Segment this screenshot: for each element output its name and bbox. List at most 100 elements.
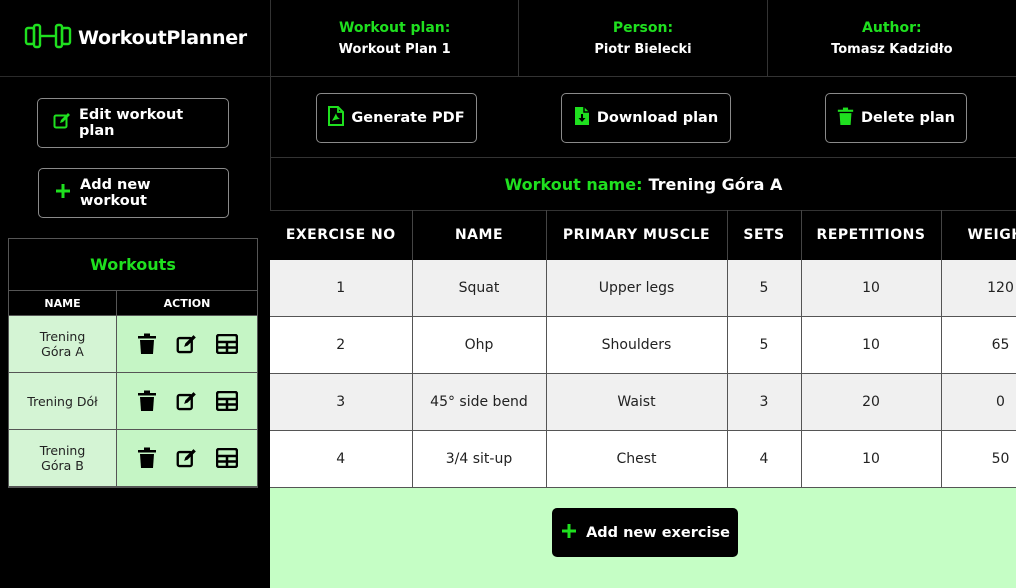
workout-row: Trening Góra B [9, 430, 257, 487]
sets-cell: 5 [727, 316, 802, 374]
trash-icon[interactable] [137, 390, 157, 412]
primary-muscle-cell: Shoulders [546, 316, 728, 374]
add-new-exercise-button[interactable]: Add new exercise [552, 508, 738, 557]
sidebar: WorkoutPlanner Edit workout plan Add new… [0, 0, 270, 588]
weight-cell: 65 [941, 316, 1016, 374]
trash-icon [837, 107, 861, 130]
plan-label: Workout plan: [338, 19, 451, 36]
edit-icon [53, 112, 79, 134]
plan-actions: Generate PDF Download plan Delete plan [270, 77, 1016, 158]
edit-icon[interactable] [176, 391, 197, 412]
primary-muscle-cell: Waist [546, 373, 728, 431]
exercises-table: EXERCISE NO NAME PRIMARY MUSCLE SETS REP… [270, 210, 1016, 488]
table-row[interactable]: 3 45° side bend Waist 3 20 0 [270, 373, 1016, 431]
workout-name-cell[interactable]: Trening Dół [9, 373, 117, 429]
author-info: Author: Tomasz Kadzidło [768, 0, 1016, 76]
column-header-sets: SETS [727, 210, 802, 260]
app-brand-name: WorkoutPlanner [78, 27, 247, 49]
exercises-table-header: EXERCISE NO NAME PRIMARY MUSCLE SETS REP… [270, 210, 1016, 260]
edit-workout-plan-button[interactable]: Edit workout plan [37, 98, 229, 148]
workout-name-line: Trening Dół [27, 393, 98, 409]
workout-name-cell[interactable]: Trening Góra A [9, 316, 117, 372]
plan-header: Workout plan: Workout Plan 1 Person: Pio… [270, 0, 1016, 77]
primary-muscle-cell: Upper legs [546, 259, 728, 317]
workout-name-cell[interactable]: Trening Góra B [9, 430, 117, 486]
workout-name-line: Trening [39, 329, 86, 344]
workout-actions [117, 316, 257, 372]
generate-pdf-button[interactable]: Generate PDF [316, 93, 477, 143]
workout-name-value: Trening Góra A [648, 174, 783, 194]
exercise-name-cell: Ohp [412, 316, 547, 374]
pdf-file-icon [328, 106, 351, 130]
column-header-name: NAME [9, 291, 117, 315]
column-header-weight: WEIGHT [941, 210, 1016, 260]
column-header-repetitions: REPETITIONS [801, 210, 942, 260]
repetitions-cell: 10 [801, 430, 942, 488]
workout-name-label: Workout name: [504, 174, 643, 194]
workout-row: Trening Dół [9, 373, 257, 430]
app-logo[interactable]: WorkoutPlanner [0, 0, 270, 77]
add-new-workout-button[interactable]: Add new workout [38, 168, 229, 218]
add-new-exercise-label: Add new exercise [586, 524, 730, 541]
workouts-title: Workouts [9, 239, 257, 291]
add-exercise-area: Add new exercise [270, 488, 1016, 588]
exercise-no-cell: 4 [270, 430, 413, 488]
workouts-table: Workouts NAME ACTION Trening Góra A Treni… [8, 238, 258, 488]
person-value: Piotr Bielecki [594, 41, 692, 57]
exercise-name-cell: 45° side bend [412, 373, 547, 431]
plus-icon [560, 522, 586, 544]
generate-pdf-label: Generate PDF [351, 110, 465, 126]
dumbbell-icon [24, 23, 72, 53]
add-new-workout-label: Add new workout [80, 177, 151, 209]
trash-icon[interactable] [137, 447, 157, 469]
file-download-icon [574, 106, 597, 130]
plan-info: Workout plan: Workout Plan 1 [271, 0, 520, 76]
column-header-exercise-no: EXERCISE NO [270, 210, 413, 260]
edit-icon[interactable] [176, 334, 197, 355]
workout-actions [117, 430, 257, 486]
author-label: Author: [862, 19, 922, 36]
table-icon[interactable] [215, 391, 238, 411]
weight-cell: 0 [941, 373, 1016, 431]
sets-cell: 3 [727, 373, 802, 431]
repetitions-cell: 20 [801, 373, 942, 431]
plus-icon [54, 182, 80, 204]
person-label: Person: [612, 19, 674, 36]
sets-cell: 5 [727, 259, 802, 317]
workout-name-line: Góra B [41, 458, 84, 473]
repetitions-cell: 10 [801, 259, 942, 317]
workout-actions [117, 373, 257, 429]
sets-cell: 4 [727, 430, 802, 488]
delete-plan-button[interactable]: Delete plan [825, 93, 967, 143]
workout-row: Trening Góra A [9, 316, 257, 373]
download-plan-label: Download plan [596, 110, 719, 126]
delete-plan-label: Delete plan [861, 110, 955, 126]
edit-icon[interactable] [176, 448, 197, 469]
primary-muscle-cell: Chest [546, 430, 728, 488]
workouts-table-header: NAME ACTION [9, 291, 257, 316]
exercises-table-container[interactable]: EXERCISE NO NAME PRIMARY MUSCLE SETS REP… [270, 210, 1016, 488]
exercise-name-cell: 3/4 sit-up [412, 430, 547, 488]
table-row[interactable]: 2 Ohp Shoulders 5 10 65 [270, 316, 1016, 374]
workout-name-bar: Workout name: Trening Góra A [270, 158, 1016, 210]
column-header-action: ACTION [163, 296, 211, 310]
workout-name-line: Trening [39, 443, 86, 458]
weight-cell: 50 [941, 430, 1016, 488]
repetitions-cell: 10 [801, 316, 942, 374]
exercise-name-cell: Squat [412, 259, 547, 317]
trash-icon[interactable] [137, 333, 157, 355]
table-row[interactable]: 4 3/4 sit-up Chest 4 10 50 [270, 430, 1016, 488]
author-value: Tomasz Kadzidło [831, 41, 953, 57]
column-header-name: NAME [412, 210, 547, 260]
person-info: Person: Piotr Bielecki [519, 0, 768, 76]
exercise-no-cell: 1 [270, 259, 413, 317]
workout-name-line: Góra A [41, 344, 84, 359]
download-plan-button[interactable]: Download plan [561, 93, 731, 143]
weight-cell: 120 [941, 259, 1016, 317]
edit-workout-plan-label: Edit workout plan [79, 107, 184, 139]
exercise-no-cell: 2 [270, 316, 413, 374]
table-icon[interactable] [215, 334, 238, 354]
column-header-primary-muscle: PRIMARY MUSCLE [546, 210, 728, 260]
table-row[interactable]: 1 Squat Upper legs 5 10 120 [270, 259, 1016, 317]
table-icon[interactable] [215, 448, 238, 468]
